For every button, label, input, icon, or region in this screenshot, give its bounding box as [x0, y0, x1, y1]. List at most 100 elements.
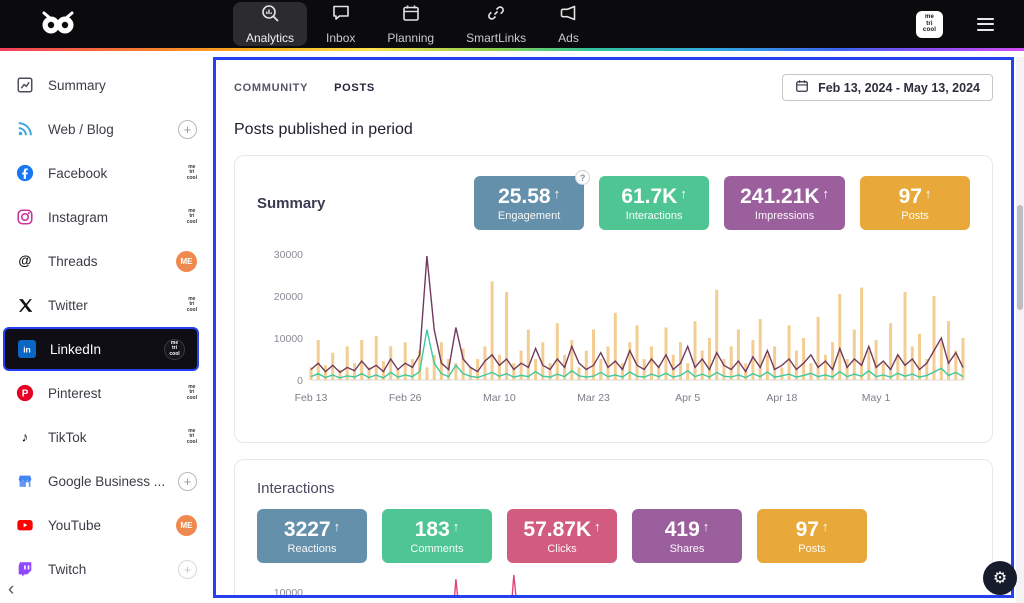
nav-label: SmartLinks [466, 31, 526, 45]
metric-chip-comments: 183↑ Comments [382, 509, 492, 563]
interactions-card: Interactions 3227↑ Reactions 183↑ Commen… [234, 459, 993, 598]
sidebar-collapse-chevron-icon[interactable]: ‹ [8, 579, 14, 601]
trend-up-icon: ↑ [703, 519, 710, 534]
twitch-icon [15, 560, 35, 578]
metricool-logo[interactable] [36, 11, 80, 37]
me-avatar-badge: ME [176, 515, 197, 536]
sidebar-item-web-blog[interactable]: Web / Blog + [0, 107, 213, 151]
menu-icon[interactable] [977, 18, 994, 31]
summary-chart: 0100002000030000Feb 13Feb 26Mar 10Mar 23… [257, 254, 970, 422]
tiktok-icon: ♪ [15, 428, 35, 446]
sidebar-item-label: Instagram [48, 210, 108, 225]
add-connection-icon[interactable]: + [178, 472, 197, 491]
connections-sidebar: Summary Web / Blog + Facebook metricool … [0, 51, 213, 603]
nav-item-planning[interactable]: Planning [374, 2, 447, 46]
sidebar-item-threads[interactable]: @ Threads ME [0, 239, 213, 283]
trend-up-icon: ↑ [680, 186, 687, 201]
sidebar-item-pinterest[interactable]: P Pinterest metricool [0, 371, 213, 415]
trend-up-icon: ↑ [925, 186, 932, 201]
metricool-mini-badge-dark: metricool [164, 339, 185, 360]
add-connection-icon[interactable]: + [178, 120, 197, 139]
sidebar-item-label: YouTube [48, 518, 101, 533]
link-icon [486, 3, 506, 28]
sidebar-item-instagram[interactable]: Instagram metricool [0, 195, 213, 239]
metric-chip-shares: 419↑ Shares [632, 509, 742, 563]
calendar-icon [401, 3, 421, 28]
add-connection-icon[interactable]: + [178, 560, 197, 579]
sidebar-item-twitch[interactable]: Twitch + [0, 547, 213, 591]
svg-text:♪: ♪ [22, 430, 29, 445]
inbox-icon [331, 3, 351, 28]
metric-chip-posts: 97↑ Posts [860, 176, 970, 230]
nav-item-analytics[interactable]: Analytics [233, 2, 307, 46]
linkedin-icon: in [17, 340, 37, 358]
metric-chip-posts-2: 97↑ Posts [757, 509, 867, 563]
sidebar-item-summary[interactable]: Summary [0, 63, 213, 107]
threads-icon: @ [15, 252, 35, 270]
analytics-icon [260, 3, 280, 28]
svg-text:in: in [23, 345, 31, 355]
trend-up-icon: ↑ [453, 519, 460, 534]
trend-up-icon: ↑ [554, 186, 561, 201]
sidebar-item-tiktok[interactable]: ♪ TikTok metricool [0, 415, 213, 459]
sidebar-item-label: Twitch [48, 562, 86, 577]
sidebar-item-label: LinkedIn [50, 342, 101, 357]
summary-card-title: Summary [257, 195, 325, 212]
sidebar-item-label: TikTok [48, 430, 87, 445]
pinterest-icon: P [15, 384, 35, 402]
page-title: Posts published in period [234, 121, 993, 139]
sidebar-item-youtube[interactable]: YouTube ME [0, 503, 213, 547]
sidebar-item-label: Summary [48, 78, 106, 93]
sidebar-item-facebook[interactable]: Facebook metricool [0, 151, 213, 195]
trend-up-icon: ↑ [823, 186, 830, 201]
sidebar-item-twitter[interactable]: Twitter metricool [0, 283, 213, 327]
trend-up-icon: ↑ [334, 519, 341, 534]
sidebar-item-label: Google Business ... [48, 474, 165, 489]
tab-posts[interactable]: POSTS [334, 82, 375, 94]
web-blog-icon [15, 120, 35, 138]
me-avatar-badge: ME [176, 251, 197, 272]
nav-item-inbox[interactable]: Inbox [313, 2, 368, 46]
summary-icon [15, 76, 35, 94]
nav-item-ads[interactable]: Ads [545, 2, 592, 46]
svg-text:P: P [22, 389, 29, 400]
interactions-chart: 10000 [257, 575, 970, 598]
tab-community[interactable]: COMMUNITY [234, 82, 308, 94]
metricool-app: Analytics Inbox Planning SmartLinks [0, 0, 1024, 603]
svg-text:@: @ [18, 253, 31, 268]
sidebar-item-label: Threads [48, 254, 98, 269]
date-range-picker[interactable]: Feb 13, 2024 - May 13, 2024 [782, 74, 993, 101]
facebook-icon [15, 164, 35, 182]
calendar-icon [795, 79, 809, 96]
topbar-right-cluster: me tri cool [916, 0, 994, 48]
google-business-icon [15, 472, 35, 490]
youtube-icon [15, 516, 35, 534]
interactions-metric-chips: 3227↑ Reactions 183↑ Comments 57.87K↑ Cl… [257, 509, 970, 563]
metricool-brand-badge[interactable]: me tri cool [916, 11, 943, 38]
owl-logo-icon [36, 11, 80, 37]
settings-gear-button[interactable]: ⚙ [983, 561, 1017, 595]
content-header: COMMUNITY POSTS Feb 13, 2024 - May 13, 2… [234, 74, 993, 101]
help-icon[interactable]: ? [575, 170, 590, 185]
analytics-main-panel: COMMUNITY POSTS Feb 13, 2024 - May 13, 2… [213, 57, 1014, 598]
nav-label: Ads [558, 31, 579, 45]
analytics-tabs: COMMUNITY POSTS [234, 82, 375, 94]
primary-nav: Analytics Inbox Planning SmartLinks [233, 0, 592, 48]
metric-chip-interactions: 61.7K↑ Interactions [599, 176, 709, 230]
metric-chip-impressions: 241.21K↑ Impressions [724, 176, 845, 230]
sidebar-item-label: Facebook [48, 166, 107, 181]
scrollbar-thumb[interactable] [1017, 205, 1023, 310]
nav-label: Planning [387, 31, 434, 45]
sidebar-item-google-business[interactable]: Google Business ... + [0, 459, 213, 503]
metricool-mini-badge: metricool [187, 297, 197, 313]
twitter-x-icon [15, 297, 35, 314]
nav-label: Analytics [246, 31, 294, 45]
summary-card: Summary ? 25.58↑ Engagement 61.7K↑ Inter… [234, 155, 993, 443]
interactions-card-title: Interactions [257, 480, 970, 497]
nav-label: Inbox [326, 31, 355, 45]
sidebar-item-linkedin[interactable]: in LinkedIn metricool [3, 327, 199, 371]
gear-icon: ⚙ [993, 568, 1007, 588]
metric-chip-clicks: 57.87K↑ Clicks [507, 509, 617, 563]
metricool-mini-badge: metricool [187, 209, 197, 225]
nav-item-smartlinks[interactable]: SmartLinks [453, 2, 539, 46]
